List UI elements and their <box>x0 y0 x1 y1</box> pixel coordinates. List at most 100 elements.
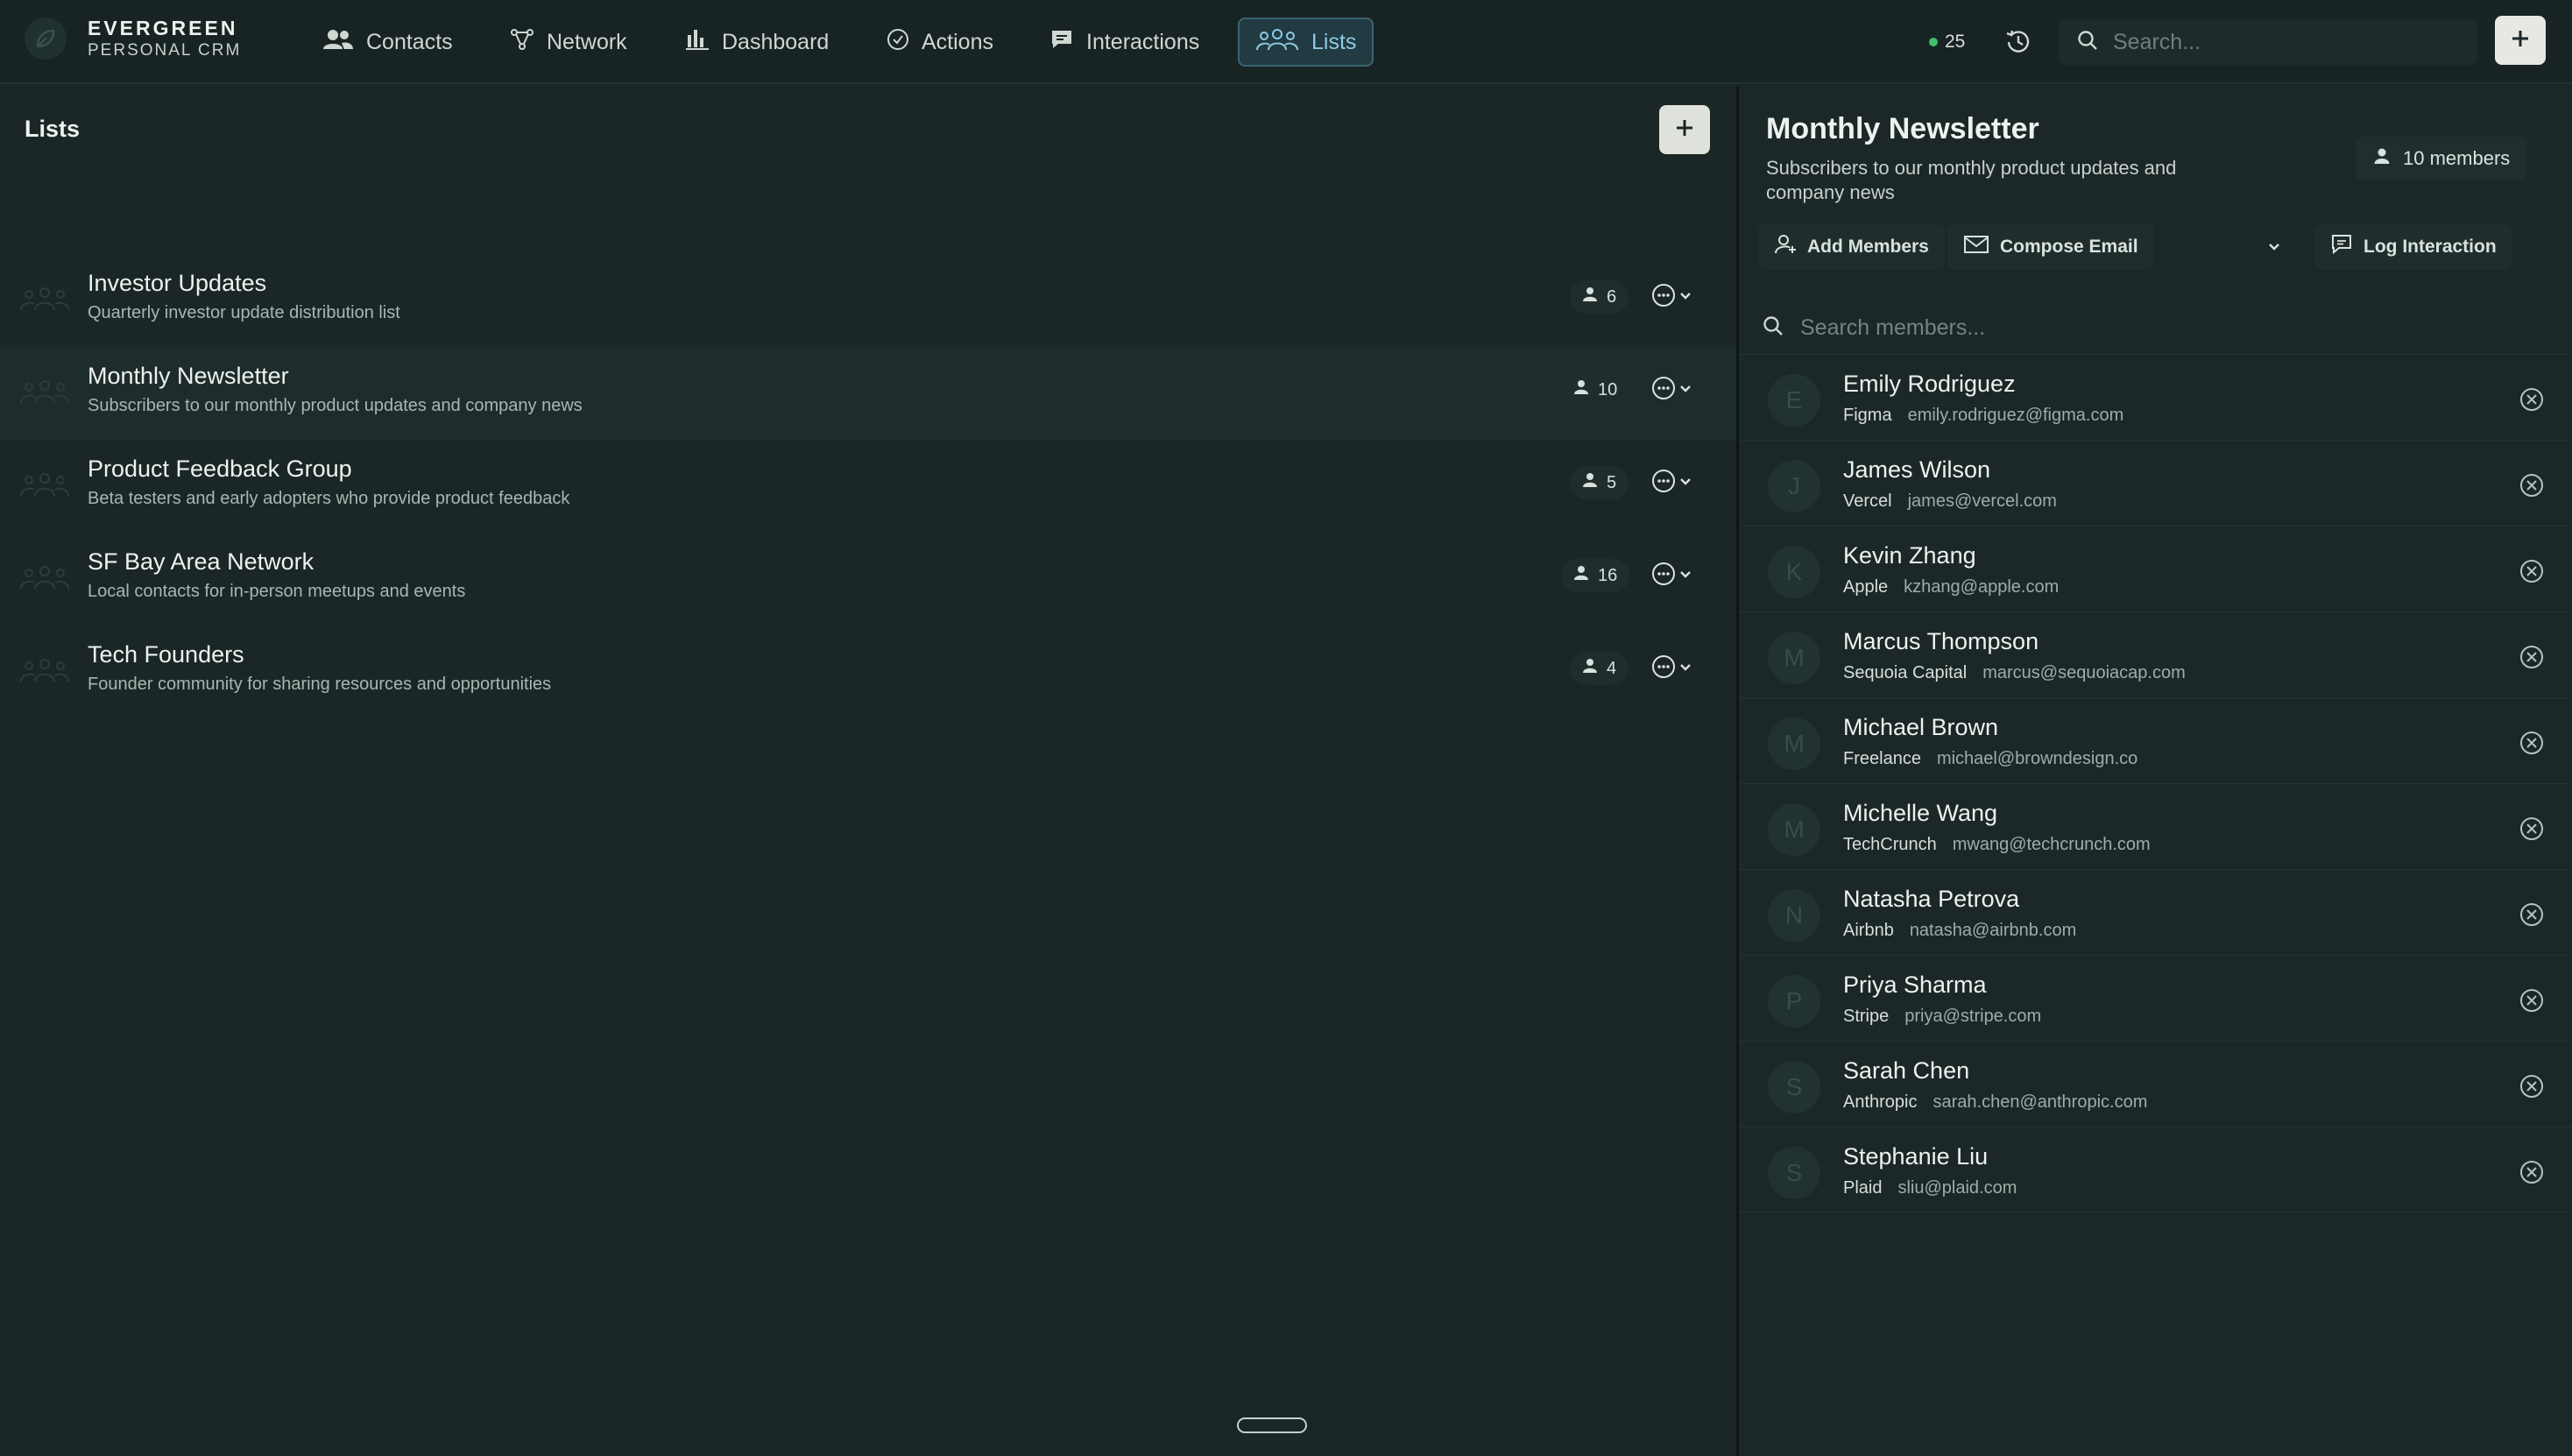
member-search[interactable] <box>1739 303 2572 352</box>
remove-member-button[interactable] <box>2519 558 2545 589</box>
leaf-icon <box>25 18 67 60</box>
compose-email-label: Compose Email <box>2000 237 2138 257</box>
remove-member-button[interactable] <box>2519 472 2545 503</box>
close-circle-icon <box>2519 388 2545 416</box>
remove-member-button[interactable] <box>2519 1073 2545 1104</box>
drawer-drag-handle[interactable] <box>1237 1417 1307 1433</box>
message-icon <box>1049 28 1086 57</box>
remove-member-button[interactable] <box>2519 1159 2545 1190</box>
chevron-down-icon <box>2265 244 2283 259</box>
remove-member-button[interactable] <box>2519 901 2545 932</box>
compose-options-button[interactable] <box>2265 238 2283 260</box>
add-members-label: Add Members <box>1807 237 1929 257</box>
member-count-badge: 16 <box>1561 559 1630 592</box>
sync-status-badge[interactable]: 25 <box>1918 25 1975 60</box>
search-input[interactable] <box>2113 29 2463 55</box>
check-circle-icon <box>887 28 922 57</box>
member-count: 5 <box>1607 472 1617 492</box>
create-list-button[interactable] <box>1659 105 1710 154</box>
nav-label: Dashboard <box>722 29 830 54</box>
avatar: M <box>1768 632 1820 684</box>
app-window: EVERGREEN PERSONAL CRM Contacts Network … <box>0 0 2572 1456</box>
nav-contacts[interactable]: Contacts <box>307 18 469 67</box>
avatar: S <box>1768 1061 1820 1113</box>
list-row[interactable]: Tech Founders Founder community for shar… <box>0 626 1736 718</box>
list-row-selected[interactable]: Monthly Newsletter Subscribers to our mo… <box>0 347 1736 440</box>
member-company: Plaid <box>1843 1178 1883 1198</box>
group-icon <box>19 564 70 595</box>
list-options-button[interactable] <box>1650 561 1694 587</box>
member-row[interactable]: S Stephanie Liu Plaid sliu@plaid.com <box>1739 1127 2572 1212</box>
member-company: Figma <box>1843 406 1892 425</box>
list-options-button[interactable] <box>1650 468 1694 494</box>
more-icon <box>1650 282 1677 308</box>
member-email: natasha@airbnb.com <box>1909 921 2077 940</box>
member-name: Michelle Wang <box>1843 800 1998 826</box>
member-row[interactable]: P Priya Sharma Stripe priya@stripe.com <box>1739 955 2572 1041</box>
member-name: Emily Rodriguez <box>1843 371 2016 397</box>
member-name: Sarah Chen <box>1843 1057 1970 1084</box>
avatar: M <box>1768 803 1820 856</box>
member-search-input[interactable] <box>1800 315 2501 341</box>
list-options-button[interactable] <box>1650 654 1694 680</box>
member-row[interactable]: M Marcus Thompson Sequoia Capital marcus@… <box>1739 611 2572 697</box>
list-options-button[interactable] <box>1650 375 1694 401</box>
quick-add-button[interactable] <box>2495 16 2546 65</box>
history-button[interactable] <box>2003 26 2034 58</box>
member-row[interactable]: K Kevin Zhang Apple kzhang@apple.com <box>1739 526 2572 611</box>
app-logo[interactable]: EVERGREEN PERSONAL CRM <box>25 16 241 61</box>
member-row[interactable]: M Michelle Wang TechCrunch mwang@techcrun… <box>1739 783 2572 869</box>
add-members-button[interactable]: Add Members <box>1758 224 1945 270</box>
member-count-badge: 5 <box>1570 466 1629 499</box>
nav-dashboard[interactable]: Dashboard <box>669 18 844 67</box>
member-row[interactable]: N Natasha Petrova Airbnb natasha@airbnb.c… <box>1739 869 2572 955</box>
member-count: 6 <box>1607 286 1617 307</box>
detail-description: Subscribers to our monthly product updat… <box>1766 157 2177 203</box>
compose-email-button[interactable]: Compose Email <box>1947 224 2154 270</box>
close-circle-icon <box>2519 560 2545 588</box>
lists-panel: Lists Investor Updates Quarterly investo… <box>0 86 1736 1456</box>
member-email: emily.rodriguez@figma.com <box>1907 406 2124 425</box>
status-count: 25 <box>1945 32 1966 52</box>
list-row[interactable]: Product Feedback Group Beta testers and … <box>0 440 1736 533</box>
remove-member-button[interactable] <box>2519 816 2545 846</box>
list-options-button[interactable] <box>1650 282 1694 308</box>
log-interaction-button[interactable]: Log Interaction <box>2314 224 2512 270</box>
avatar: E <box>1768 374 1820 427</box>
member-email: sliu@plaid.com <box>1897 1178 2017 1198</box>
chevron-down-icon <box>1677 286 1694 304</box>
remove-member-button[interactable] <box>2519 987 2545 1018</box>
plus-icon <box>2510 28 2531 53</box>
list-row[interactable]: SF Bay Area Network Local contacts for i… <box>0 533 1736 626</box>
list-row[interactable]: Investor Updates Quarterly investor upda… <box>0 254 1736 347</box>
nav-actions[interactable]: Actions <box>871 18 1009 67</box>
member-name: Natasha Petrova <box>1843 886 2020 912</box>
search-icon <box>1762 315 1784 342</box>
nav-lists[interactable]: Lists <box>1238 18 1374 67</box>
member-company: Stripe <box>1843 1007 1890 1026</box>
member-company: TechCrunch <box>1843 835 1937 854</box>
list-description: Subscribers to our monthly product updat… <box>88 396 583 415</box>
member-row[interactable]: E Emily Rodriguez Figma emily.rodriguez@f… <box>1739 354 2572 440</box>
close-circle-icon <box>2519 732 2545 760</box>
member-row[interactable]: M Michael Brown Freelance michael@brownde… <box>1739 697 2572 783</box>
search-icon <box>2076 29 2099 56</box>
global-search[interactable] <box>2059 19 2477 65</box>
more-icon <box>1650 468 1677 494</box>
person-icon <box>1582 286 1607 307</box>
list-name: Tech Founders <box>88 641 244 668</box>
member-row[interactable]: S Sarah Chen Anthropic sarah.chen@anthrop… <box>1739 1041 2572 1127</box>
member-company: Airbnb <box>1843 921 1894 940</box>
remove-member-button[interactable] <box>2519 730 2545 760</box>
remove-member-button[interactable] <box>2519 644 2545 675</box>
nav-interactions[interactable]: Interactions <box>1034 18 1215 67</box>
add-user-icon <box>1774 233 1807 261</box>
close-circle-icon <box>2519 903 2545 931</box>
nav-network[interactable]: Network <box>494 18 643 67</box>
remove-member-button[interactable] <box>2519 386 2545 417</box>
member-row[interactable]: J James Wilson Vercel james@vercel.com <box>1739 440 2572 526</box>
group-icon <box>19 378 70 409</box>
more-icon <box>1650 561 1677 587</box>
member-email: mwang@techcrunch.com <box>1952 835 2151 854</box>
member-count-badge: 6 <box>1570 280 1629 314</box>
